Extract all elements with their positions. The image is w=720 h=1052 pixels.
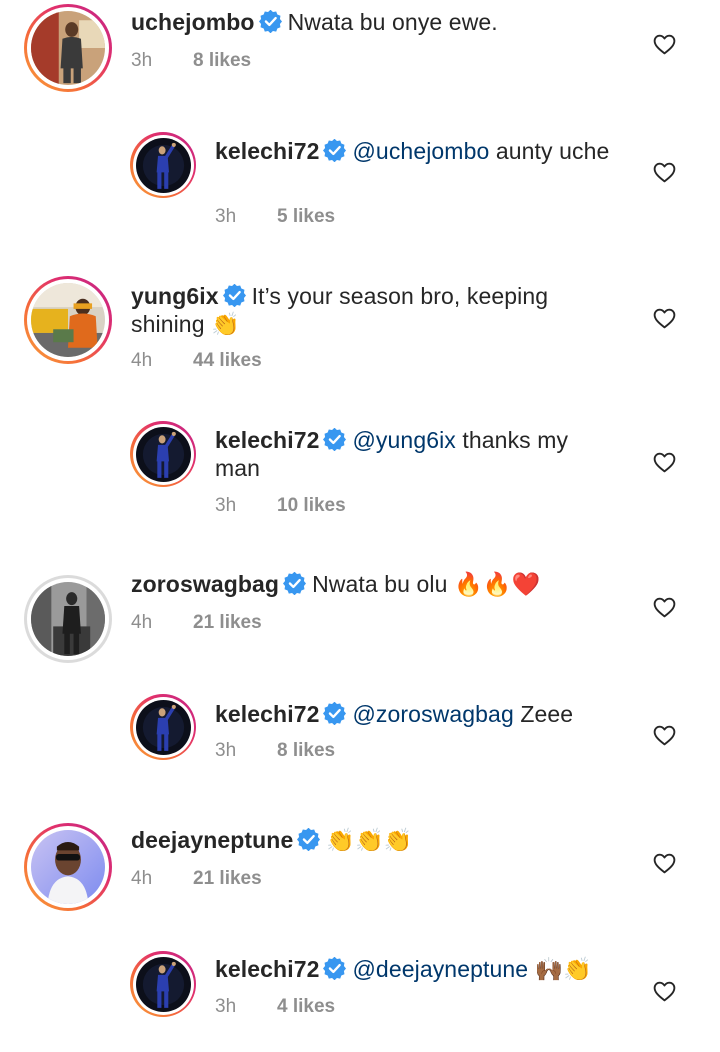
likes-count-link[interactable]: 44 likes — [193, 350, 262, 371]
heart-outline-icon[interactable] — [652, 595, 677, 620]
comment-meta: 4h 44 likes — [131, 350, 262, 372]
verified-badge-icon — [297, 827, 321, 852]
comment-body: 🙌🏾👏 — [528, 956, 593, 982]
heart-outline-icon[interactable] — [652, 851, 677, 876]
avatar[interactable] — [130, 951, 196, 1017]
likes-count-link[interactable]: 8 likes — [277, 740, 335, 761]
username-link[interactable]: deejayneptune — [131, 827, 293, 853]
comment-text-block: kelechi72 @yung6ix thanks my man — [215, 426, 615, 482]
avatar-ring — [27, 7, 109, 89]
heart-outline-icon[interactable] — [652, 450, 677, 475]
comment-text-block: uchejombo Nwata bu onye ewe. — [131, 8, 611, 36]
username-link[interactable]: yung6ix — [131, 283, 219, 309]
username-link[interactable]: kelechi72 — [215, 427, 319, 453]
comment-body: aunty uche — [489, 138, 610, 164]
comment-body: 👏👏👏 — [326, 827, 413, 853]
avatar[interactable] — [24, 575, 112, 663]
likes-count-link[interactable]: 21 likes — [193, 868, 262, 889]
likes-count-link[interactable]: 5 likes — [277, 206, 335, 227]
comment-body: Nwata bu onye ewe. — [287, 9, 498, 35]
avatar-ring — [132, 696, 194, 758]
username-link[interactable]: uchejombo — [131, 9, 255, 35]
comment-meta: 3h 8 likes — [215, 740, 335, 762]
avatar-ring — [132, 953, 194, 1015]
timestamp: 4h — [131, 612, 153, 633]
avatar-ring — [27, 279, 109, 361]
timestamp: 3h — [215, 206, 237, 227]
timestamp: 3h — [215, 996, 237, 1017]
timestamp: 3h — [215, 495, 237, 516]
avatar-ring — [132, 134, 194, 196]
avatar-uchejombo — [31, 11, 105, 85]
likes-count-link[interactable]: 21 likes — [193, 612, 262, 633]
avatar-zoroswagbag — [31, 582, 105, 656]
avatar[interactable] — [130, 132, 196, 198]
avatar-yung6ix — [31, 283, 105, 357]
heart-outline-icon[interactable] — [652, 723, 677, 748]
likes-count-link[interactable]: 4 likes — [277, 996, 335, 1017]
avatar-ring — [27, 578, 109, 660]
avatar[interactable] — [24, 4, 112, 92]
comment-text-block: deejayneptune 👏👏👏 — [131, 826, 611, 854]
verified-badge-icon — [323, 427, 347, 452]
verified-badge-icon — [258, 9, 282, 34]
likes-count-link[interactable]: 8 likes — [193, 50, 251, 71]
verified-badge-icon — [222, 283, 246, 308]
avatar-ring — [132, 423, 194, 485]
heart-outline-icon[interactable] — [652, 32, 677, 57]
avatar[interactable] — [24, 276, 112, 364]
avatar-deejayneptune — [31, 830, 105, 904]
username-link[interactable]: kelechi72 — [215, 956, 319, 982]
comment-text-block: yung6ix It’s your season bro, keeping shi… — [131, 282, 611, 338]
likes-count-link[interactable]: 10 likes — [277, 495, 346, 516]
comment-meta: 3h 10 likes — [215, 495, 346, 517]
comment-meta: 3h 5 likes — [215, 206, 335, 228]
verified-badge-icon — [323, 956, 347, 981]
comment-body: Nwata bu olu 🔥🔥❤️ — [312, 571, 541, 597]
avatar-kelechi72 — [135, 426, 191, 482]
timestamp: 3h — [131, 50, 153, 71]
comment-text-block: kelechi72 @uchejombo aunty uche — [215, 137, 615, 165]
avatar-kelechi72 — [135, 956, 191, 1012]
verified-badge-icon — [323, 138, 347, 163]
comment-text-block: kelechi72 @deejayneptune 🙌🏾👏 — [215, 955, 615, 983]
verified-badge-icon — [323, 701, 347, 726]
comment-meta: 4h 21 likes — [131, 612, 262, 634]
username-link[interactable]: kelechi72 — [215, 701, 319, 727]
timestamp: 4h — [131, 868, 153, 889]
heart-outline-icon[interactable] — [652, 306, 677, 331]
heart-outline-icon[interactable] — [652, 160, 677, 185]
avatar-kelechi72 — [135, 137, 191, 193]
avatar[interactable] — [130, 421, 196, 487]
heart-outline-icon[interactable] — [652, 979, 677, 1004]
username-link[interactable]: zoroswagbag — [131, 571, 279, 597]
avatar[interactable] — [24, 823, 112, 911]
comment-body: Zeee — [513, 701, 574, 727]
avatar-kelechi72 — [135, 699, 191, 755]
username-link[interactable]: kelechi72 — [215, 138, 319, 164]
comment-text-block: zoroswagbag Nwata bu olu 🔥🔥❤️ — [131, 570, 611, 598]
avatar-ring — [27, 826, 109, 908]
mention-link[interactable]: @uchejombo — [352, 138, 489, 164]
timestamp: 4h — [131, 350, 153, 371]
comment-meta: 3h 8 likes — [131, 50, 251, 72]
mention-link[interactable]: @deejayneptune — [352, 956, 528, 982]
timestamp: 3h — [215, 740, 237, 761]
mention-link[interactable]: @zoroswagbag — [352, 701, 513, 727]
avatar[interactable] — [130, 694, 196, 760]
comment-meta: 4h 21 likes — [131, 868, 262, 890]
comment-text-block: kelechi72 @zoroswagbag Zeee — [215, 700, 615, 728]
mention-link[interactable]: @yung6ix — [352, 427, 455, 453]
comment-meta: 3h 4 likes — [215, 996, 335, 1018]
verified-badge-icon — [283, 571, 307, 596]
